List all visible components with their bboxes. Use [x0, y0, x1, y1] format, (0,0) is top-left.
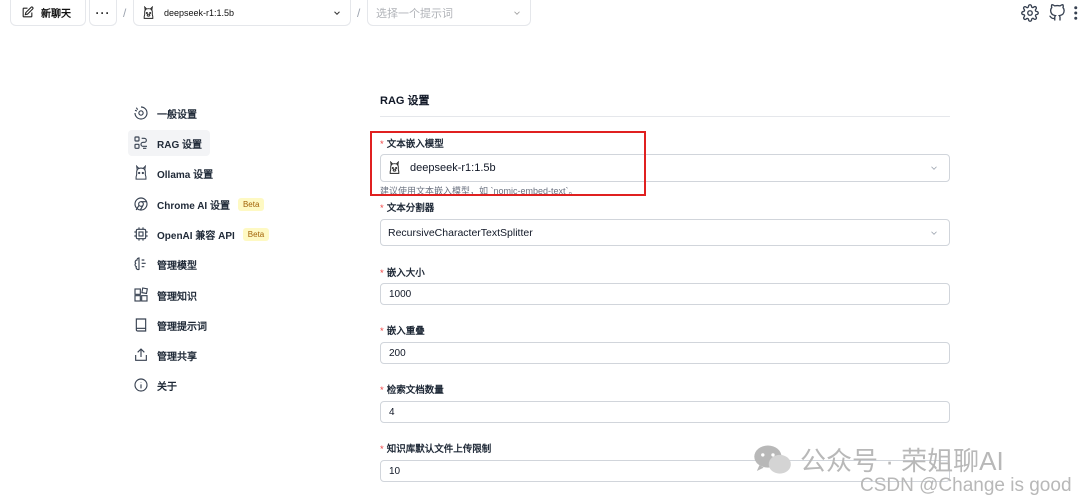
rag-icon [134, 136, 147, 149]
splitter-select[interactable]: RecursiveCharacterTextSplitter [380, 219, 950, 246]
settings-gear-icon[interactable] [1021, 4, 1039, 22]
sidebar-item-label: Ollama 设置 [157, 169, 214, 181]
wechat-logo-icon [754, 445, 791, 474]
breadcrumb-separator: / [123, 6, 127, 20]
chevron-down-icon [931, 230, 937, 235]
chunk-overlap-input[interactable]: 200 [380, 342, 950, 364]
sidebar-item-label: 管理提示词 [157, 321, 207, 333]
chevron-down-icon [514, 10, 520, 15]
required-mark: * [380, 268, 384, 279]
chunk-size-label: * 嵌入大小 [380, 265, 425, 279]
sidebar-item-label: Chrome AI 设置 [157, 200, 230, 212]
breadcrumb-separator-2: / [357, 6, 361, 20]
chevron-down-icon [334, 10, 340, 15]
sidebar-item-rag[interactable]: RAG 设置 [128, 130, 210, 156]
chunk-size-label-text: 嵌入大小 [386, 268, 425, 279]
info-icon [134, 378, 148, 392]
gear-icon [134, 106, 148, 120]
sidebar-item-label: 管理共享 [157, 351, 197, 363]
sidebar-item-label: OpenAI 兼容 API [157, 230, 235, 242]
share-icon [135, 348, 147, 361]
sidebar-item-label: RAG 设置 [157, 139, 202, 151]
doc-count-input[interactable]: 4 [380, 401, 950, 423]
chrome-icon [134, 197, 148, 211]
upload-limit-label-text: 知识库默认文件上传限制 [386, 444, 492, 455]
brain-icon [134, 257, 146, 271]
sidebar-item-chrome-ai[interactable]: Chrome AI 设置 Beta [128, 191, 278, 217]
prompt-select[interactable]: 选择一个提示词 [367, 0, 531, 26]
splitter-value: RecursiveCharacterTextSplitter [388, 226, 533, 239]
watermark: 公众号 · 荣姐聊AI [752, 441, 1004, 478]
required-mark: * [380, 385, 384, 396]
new-chat-label: 新聊天 [41, 9, 71, 20]
beta-badge: Beta [237, 197, 265, 211]
splitter-label: * 文本分割器 [380, 200, 434, 214]
sidebar-item-manage-models[interactable]: 管理模型 [128, 251, 278, 277]
sidebar-item-manage-share[interactable]: 管理共享 [128, 342, 278, 368]
sidebar-item-label: 一般设置 [157, 109, 197, 121]
sidebar-item-label: 关于 [157, 381, 177, 393]
edit-icon [22, 6, 34, 18]
upload-limit-label: * 知识库默认文件上传限制 [380, 441, 491, 455]
prompt-select-placeholder: 选择一个提示词 [376, 7, 453, 20]
model-select[interactable]: deepseek-r1:1.5b [133, 0, 351, 26]
sidebar-item-ollama[interactable]: Ollama 设置 [128, 160, 278, 186]
grid-icon[interactable] [1072, 4, 1080, 22]
chevron-down-icon [931, 166, 937, 170]
required-mark: * [380, 444, 384, 455]
highlight-box [370, 131, 646, 196]
page-title: RAG 设置 [380, 95, 430, 107]
required-mark: * [380, 203, 384, 214]
ollama-icon [135, 165, 147, 180]
blocks-icon [134, 287, 148, 302]
model-select-value: deepseek-r1:1.5b [164, 7, 235, 18]
sidebar-item-general[interactable]: 一般设置 [128, 100, 278, 126]
chunk-size-input[interactable]: 1000 [380, 283, 950, 305]
divider [380, 116, 950, 117]
more-options-button[interactable]: ··· [89, 0, 117, 26]
book-icon [135, 318, 147, 332]
sidebar-item-openai-api[interactable]: OpenAI 兼容 API Beta [128, 221, 278, 247]
sidebar-item-label: 管理模型 [157, 260, 197, 272]
top-bar: 新聊天 ··· / deepseek-r1:1.5b / 选择一个提示词 [0, 0, 1080, 26]
chip-icon [134, 227, 148, 241]
github-icon[interactable] [1048, 4, 1066, 22]
splitter-label-text: 文本分割器 [386, 203, 435, 214]
new-chat-button[interactable]: 新聊天 [10, 0, 86, 26]
watermark-line2: CSDN @Change is good [860, 475, 1072, 496]
sidebar-item-manage-prompts[interactable]: 管理提示词 [128, 312, 278, 338]
watermark-line1: 公众号 · 荣姐聊AI [800, 446, 1004, 476]
required-mark: * [380, 326, 384, 337]
doc-count-label: * 检索文档数量 [380, 382, 444, 396]
sidebar-item-manage-knowledge[interactable]: 管理知识 [128, 282, 278, 308]
beta-badge: Beta [242, 227, 270, 241]
chunk-overlap-label: * 嵌入重叠 [380, 323, 425, 337]
chunk-overlap-label-text: 嵌入重叠 [386, 326, 425, 337]
doc-count-label-text: 检索文档数量 [386, 385, 444, 396]
sidebar-item-label: 管理知识 [157, 291, 197, 303]
sidebar-item-about[interactable]: 关于 [128, 372, 278, 398]
ollama-icon [143, 5, 154, 19]
